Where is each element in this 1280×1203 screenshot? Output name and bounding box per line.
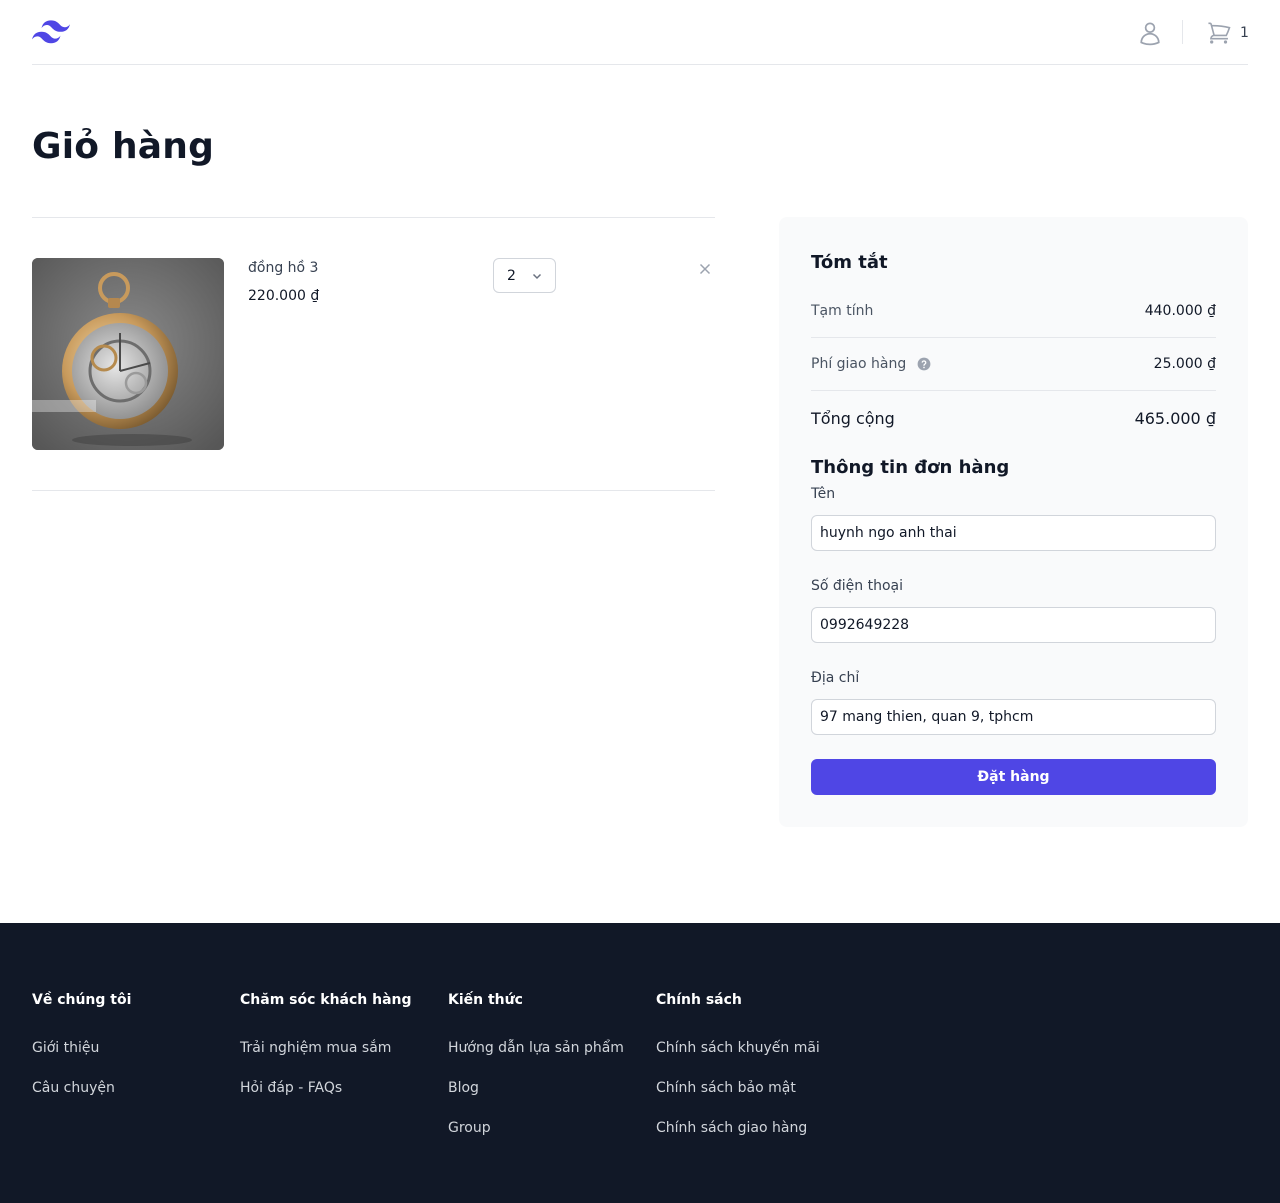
product-name[interactable]: đồng hồ 3 (248, 260, 318, 276)
footer-heading: Kiến thức (448, 992, 523, 1008)
address-label: Địa chỉ (811, 670, 860, 686)
place-order-button[interactable]: Đặt hàng (811, 759, 1216, 795)
cart-count: 1 (1240, 25, 1249, 41)
footer-column-policy: Chính sách Chính sách khuyến mãi Chính s… (656, 989, 856, 1157)
footer-link[interactable]: Chính sách giao hàng (656, 1120, 807, 1136)
footer-link-list: Chính sách khuyến mãi Chính sách bảo mật… (656, 1037, 856, 1157)
order-info-title: Thông tin đơn hàng (811, 457, 1010, 478)
footer-column-about: Về chúng tôi Giới thiệu Câu chuyện (32, 989, 232, 1117)
footer-link[interactable]: Chính sách khuyến mãi (656, 1040, 820, 1056)
subtotal-value: 440.000 ₫ (1144, 303, 1216, 319)
quantity-select[interactable]: 2 (493, 258, 556, 293)
total-value: 465.000 ₫ (1134, 408, 1216, 428)
phone-input[interactable] (811, 607, 1216, 643)
footer-link[interactable]: Câu chuyện (32, 1080, 115, 1096)
phone-label: Số điện thoại (811, 578, 904, 594)
product-price: 220.000 ₫ (248, 288, 320, 304)
footer-heading: Về chúng tôi (32, 992, 132, 1008)
footer-link[interactable]: Group (448, 1120, 491, 1136)
site-footer: Về chúng tôi Giới thiệu Câu chuyện Chăm … (0, 923, 1280, 1203)
divider (811, 337, 1216, 338)
subtotal-row: Tạm tính 440.000 ₫ (811, 301, 1216, 321)
quantity-value: 2 (507, 267, 516, 284)
shipping-row: Phí giao hàng 25.000 ₫ (811, 354, 1216, 374)
divider (811, 390, 1216, 391)
total-row: Tổng cộng 465.000 ₫ (811, 407, 1216, 429)
chevron-down-icon (532, 273, 542, 280)
product-image[interactable] (32, 258, 224, 450)
footer-heading: Chăm sóc khách hàng (240, 992, 412, 1008)
shipping-label: Phí giao hàng (811, 356, 907, 372)
user-icon[interactable] (1136, 19, 1164, 47)
subtotal-label: Tạm tính (811, 303, 874, 319)
page-title: Giỏ hàng (32, 126, 215, 167)
shopping-cart-icon (1208, 22, 1231, 44)
footer-link[interactable]: Trải nghiệm mua sắm (240, 1040, 391, 1056)
footer-heading: Chính sách (656, 992, 742, 1008)
footer-link[interactable]: Giới thiệu (32, 1040, 99, 1056)
name-input[interactable] (811, 515, 1216, 551)
order-summary: Tóm tắt Tạm tính 440.000 ₫ Phí giao hàng… (779, 217, 1248, 827)
total-label: Tổng cộng (811, 408, 895, 428)
cart-link[interactable]: 1 (1206, 19, 1249, 47)
cart-item-list: đồng hồ 3 220.000 ₫ 2 (32, 217, 715, 491)
footer-link[interactable]: Blog (448, 1080, 479, 1096)
footer-link[interactable]: Hỏi đáp - FAQs (240, 1080, 342, 1096)
shipping-value: 25.000 ₫ (1153, 356, 1216, 372)
footer-link-list: Giới thiệu Câu chuyện (32, 1037, 232, 1117)
close-icon[interactable] (696, 260, 714, 278)
header-divider (1182, 20, 1183, 44)
footer-link[interactable]: Hướng dẫn lựa sản phẩm (448, 1040, 624, 1056)
footer-link-list: Hướng dẫn lựa sản phẩm Blog Group (448, 1037, 648, 1157)
footer-link[interactable]: Chính sách bảo mật (656, 1080, 796, 1096)
address-input[interactable] (811, 699, 1216, 735)
shipping-label-group: Phí giao hàng (811, 356, 932, 372)
summary-title: Tóm tắt (811, 252, 888, 273)
tailwind-logo-icon[interactable] (32, 18, 70, 46)
question-circle-icon[interactable] (916, 356, 932, 372)
site-header: 1 (32, 0, 1249, 65)
name-label: Tên (811, 486, 836, 502)
footer-column-support: Chăm sóc khách hàng Trải nghiệm mua sắm … (240, 989, 440, 1117)
footer-link-list: Trải nghiệm mua sắm Hỏi đáp - FAQs (240, 1037, 440, 1117)
footer-column-knowledge: Kiến thức Hướng dẫn lựa sản phẩm Blog Gr… (448, 989, 648, 1157)
